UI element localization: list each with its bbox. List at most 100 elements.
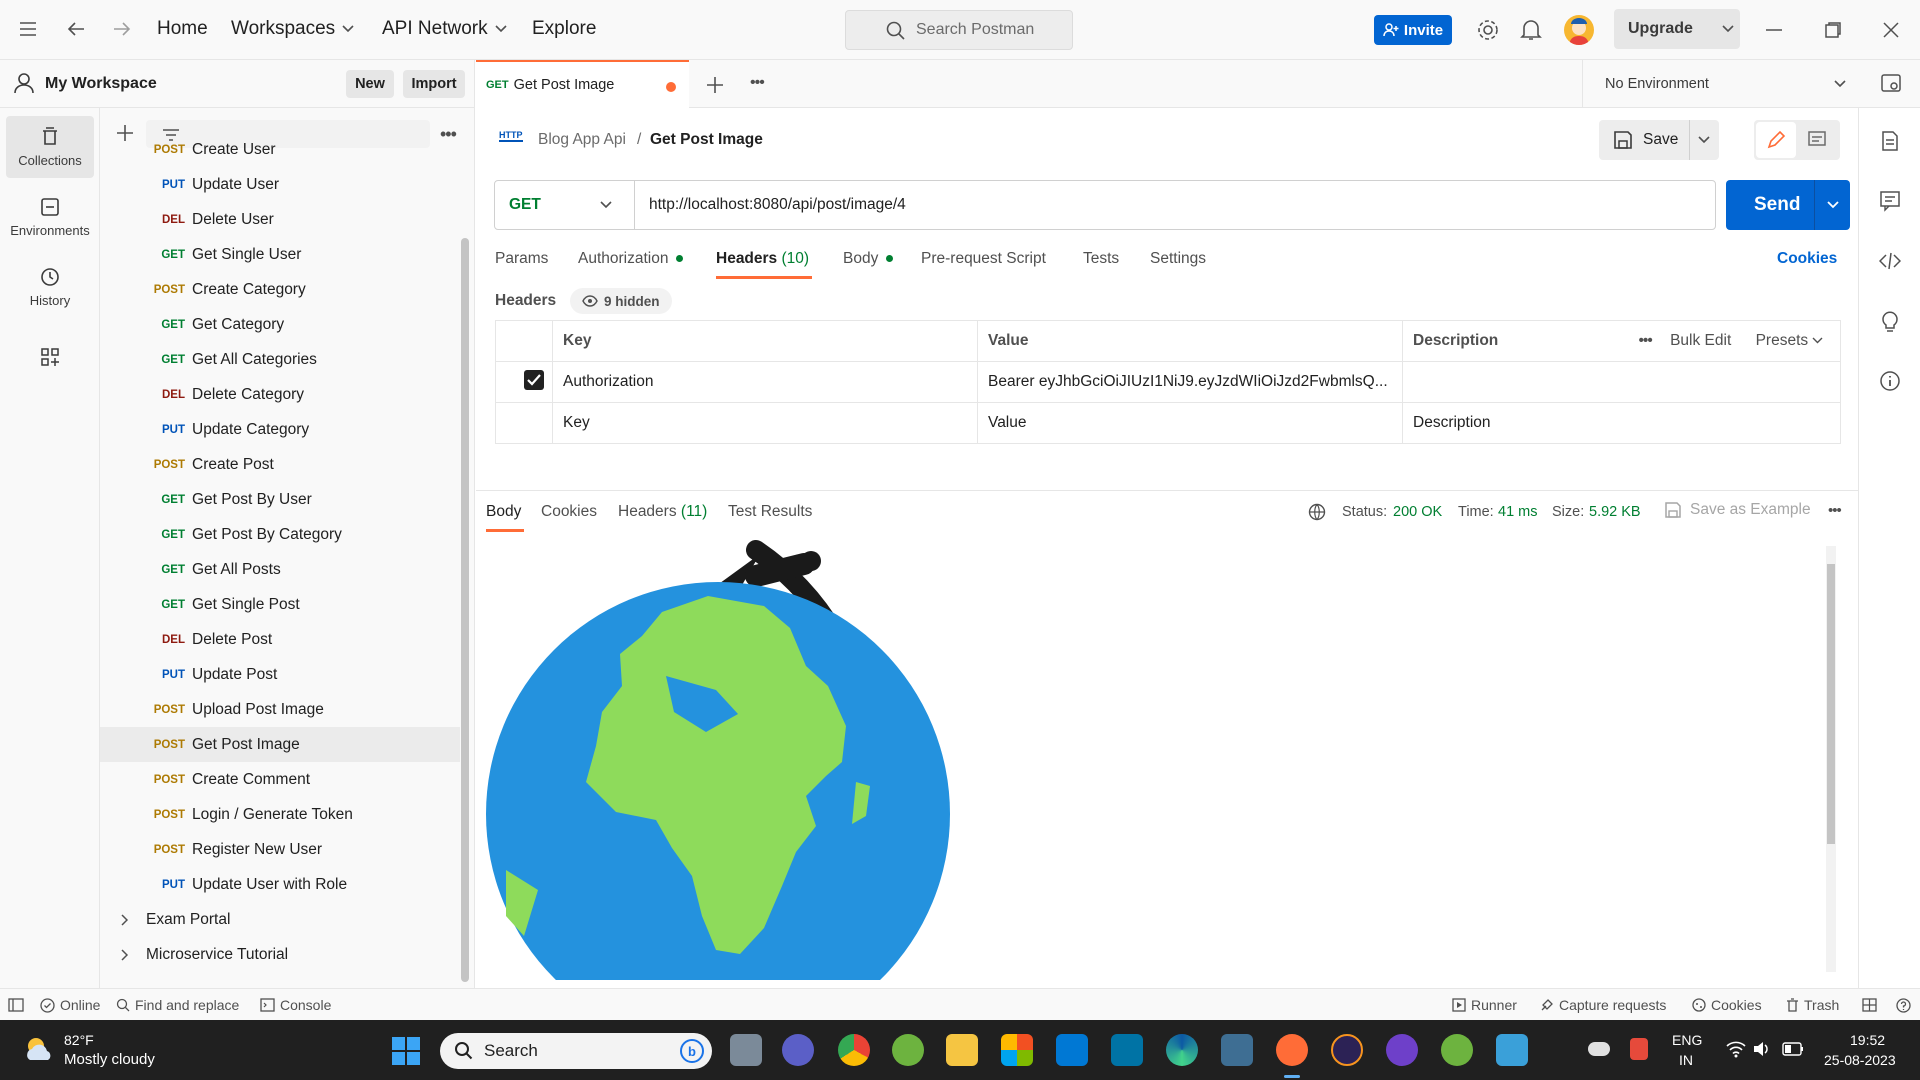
weather-cloudy-icon[interactable] — [22, 1034, 56, 1064]
header-description[interactable] — [1402, 361, 1841, 403]
sidebar-request-item[interactable]: GET Get Category — [100, 307, 460, 342]
globe-network-icon[interactable] — [1308, 503, 1326, 521]
tab-settings[interactable]: Settings — [1150, 250, 1206, 268]
breadcrumb-request[interactable]: Get Post Image — [650, 131, 763, 149]
code-icon[interactable] — [1879, 250, 1901, 272]
response-more-options-icon[interactable]: ••• — [1828, 502, 1842, 519]
postman-icon[interactable] — [1276, 1034, 1308, 1066]
vscode-icon[interactable] — [1056, 1034, 1088, 1066]
presets-dropdown[interactable]: Presets — [1756, 332, 1824, 349]
table-more-icon[interactable]: ••• — [1639, 332, 1653, 349]
documentation-icon[interactable] — [1879, 130, 1901, 152]
sidebar-request-item[interactable]: POST Register New User — [100, 832, 460, 867]
sidebar-request-item[interactable]: DEL Delete Category — [100, 377, 460, 412]
tray-app-icon[interactable] — [1630, 1038, 1648, 1060]
language-eng[interactable]: ENG — [1672, 1032, 1702, 1048]
response-tab-cookies[interactable]: Cookies — [541, 503, 597, 521]
workspaces-menu[interactable]: Workspaces — [231, 18, 355, 40]
sidebar-request-item[interactable]: PUT Update User with Role — [100, 867, 460, 902]
spring-tool-suite-icon[interactable] — [892, 1034, 924, 1066]
sidebar-request-item[interactable]: DEL Delete Post — [100, 622, 460, 657]
invite-button[interactable]: Invite — [1374, 15, 1452, 45]
cookies-link[interactable]: Cookies — [1777, 250, 1837, 268]
save-as-example-button[interactable]: Save as Example — [1664, 501, 1811, 519]
sidebar-request-item[interactable]: GET Get Single User — [100, 237, 460, 272]
rail-collections[interactable]: Collections — [6, 116, 94, 178]
tab-prerequest-script[interactable]: Pre-request Script — [921, 250, 1046, 268]
sidebar-scrollbar[interactable] — [461, 238, 469, 982]
avatar[interactable] — [1564, 15, 1594, 45]
settings-gear-icon[interactable] — [1476, 18, 1500, 42]
size-value[interactable]: 5.92 KB — [1589, 504, 1641, 520]
row-checkbox[interactable] — [495, 361, 553, 403]
clock-time[interactable]: 19:52 — [1850, 1032, 1885, 1048]
tab-headers[interactable]: Headers (10) — [716, 250, 809, 268]
github-desktop-icon[interactable] — [1386, 1034, 1418, 1066]
sidebar-collection-folder[interactable]: Microservice Tutorial — [100, 937, 460, 972]
breadcrumb-collection[interactable]: Blog App Api — [538, 131, 626, 149]
response-tab-test-results[interactable]: Test Results — [728, 503, 812, 521]
teams-chat-icon[interactable] — [782, 1034, 814, 1066]
tab-body[interactable]: Body — [843, 250, 893, 268]
volume-icon[interactable] — [1752, 1040, 1770, 1058]
notification-bell-icon[interactable] — [1520, 18, 1542, 42]
file-explorer-icon[interactable] — [946, 1034, 978, 1066]
environment-selector[interactable]: No Environment — [1582, 60, 1862, 108]
find-replace-button[interactable]: Find and replace — [116, 997, 239, 1013]
capture-requests-button[interactable]: Capture requests — [1540, 997, 1666, 1013]
explore-link[interactable]: Explore — [532, 18, 596, 40]
task-view-icon[interactable] — [730, 1034, 762, 1066]
back-arrow-icon[interactable] — [66, 20, 86, 38]
myhp-icon[interactable] — [1111, 1034, 1143, 1066]
statusbar-cookies-button[interactable]: Cookies — [1692, 997, 1762, 1013]
edit-mode-button[interactable] — [1756, 122, 1796, 158]
rail-environments[interactable]: Environments — [6, 186, 94, 248]
save-button[interactable]: Save — [1599, 120, 1719, 160]
sidebar-request-item[interactable]: GET Get Post By Category — [100, 517, 460, 552]
edge-icon[interactable] — [1166, 1034, 1198, 1066]
send-button[interactable]: Send — [1726, 180, 1850, 230]
spring-boot-icon[interactable] — [1441, 1034, 1473, 1066]
toggle-sidebar-icon[interactable] — [8, 998, 24, 1012]
sidebar-request-item[interactable]: POST Create User — [100, 132, 460, 167]
chevron-down-icon[interactable] — [1826, 200, 1840, 210]
minimize-icon[interactable] — [1766, 28, 1782, 32]
info-icon[interactable] — [1879, 370, 1901, 392]
time-value[interactable]: 41 ms — [1498, 504, 1538, 520]
rail-history[interactable]: History — [6, 256, 94, 318]
new-value-input[interactable]: Value — [977, 402, 1403, 444]
microsoft-store-icon[interactable] — [1001, 1034, 1033, 1066]
sidebar-request-item[interactable]: PUT Update Category — [100, 412, 460, 447]
new-tab-plus-icon[interactable] — [706, 76, 724, 94]
online-status[interactable]: Online — [40, 997, 100, 1013]
windows-start-icon[interactable] — [391, 1036, 421, 1066]
response-scrollbar[interactable] — [1826, 546, 1836, 972]
eclipse-icon[interactable] — [1331, 1034, 1363, 1066]
notepad-icon[interactable] — [1496, 1034, 1528, 1066]
sidebar-request-item[interactable]: GET Get Post By User — [100, 482, 460, 517]
url-input[interactable]: http://localhost:8080/api/post/image/4 — [649, 196, 906, 214]
header-value[interactable]: Bearer eyJhbGciOiJIUzI1NiJ9.eyJzdWIiOiJz… — [977, 361, 1403, 403]
runner-button[interactable]: Runner — [1452, 997, 1517, 1013]
clock-date[interactable]: 25-08-2023 — [1824, 1052, 1896, 1068]
tab-params[interactable]: Params — [495, 250, 548, 268]
lightbulb-icon[interactable] — [1879, 310, 1901, 332]
taskbar-search[interactable]: Search b — [440, 1033, 712, 1069]
response-tab-headers[interactable]: Headers (11) — [618, 503, 707, 521]
new-button[interactable]: New — [346, 70, 394, 98]
forward-arrow-icon[interactable] — [112, 20, 132, 38]
sidebar-request-item[interactable]: PUT Update Post — [100, 657, 460, 692]
sidebar-request-item[interactable]: DEL Delete User — [100, 202, 460, 237]
bulk-edit-button[interactable]: Bulk Edit — [1670, 332, 1731, 349]
sidebar-request-item[interactable]: GET Get All Posts — [100, 552, 460, 587]
response-tab-body[interactable]: Body — [486, 503, 521, 521]
close-icon[interactable] — [1882, 21, 1900, 39]
api-network-menu[interactable]: API Network — [382, 18, 508, 40]
sidebar-request-item[interactable]: POST Upload Post Image — [100, 692, 460, 727]
restore-icon[interactable] — [1824, 21, 1842, 39]
chrome-icon[interactable] — [838, 1034, 870, 1066]
search-input[interactable]: Search Postman — [845, 10, 1073, 50]
import-button[interactable]: Import — [403, 70, 465, 98]
battery-icon[interactable] — [1782, 1042, 1804, 1056]
bing-icon[interactable]: b — [680, 1039, 704, 1063]
